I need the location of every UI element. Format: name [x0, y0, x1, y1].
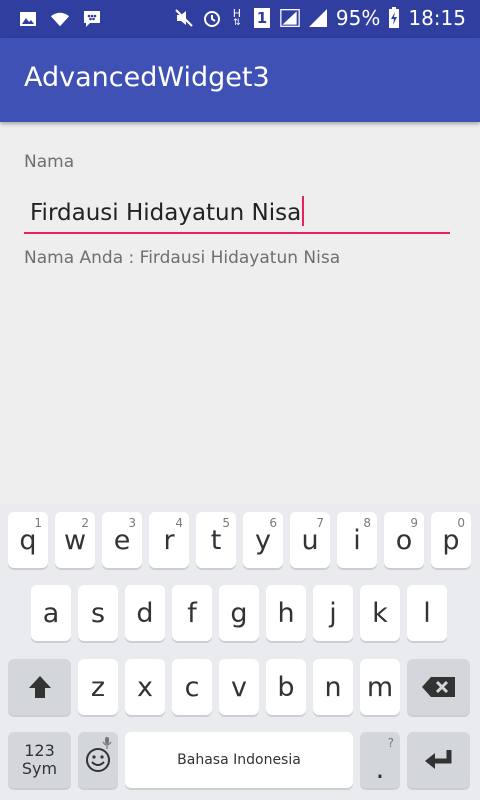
emoji-key[interactable] — [78, 732, 118, 788]
wifi-icon — [50, 9, 70, 29]
key-t[interactable]: t5 — [196, 512, 236, 568]
gallery-icon — [18, 9, 38, 29]
bbm-icon — [82, 9, 102, 29]
soft-keyboard: q1 w2 e3 r4 t5 y6 u7 i8 o9 p0 a s d f g … — [0, 504, 480, 800]
key-y[interactable]: y6 — [243, 512, 283, 568]
name-input[interactable]: Firdausi Hidayatun Nisa — [24, 190, 450, 234]
emoji-icon — [86, 748, 110, 772]
name-label: Nama — [24, 152, 75, 172]
backspace-key[interactable] — [407, 659, 470, 715]
app-title: AdvancedWidget3 — [24, 62, 270, 93]
key-c[interactable]: c — [172, 659, 212, 715]
symbols-key[interactable]: 123 Sym — [8, 732, 71, 788]
key-l[interactable]: l — [407, 585, 447, 641]
key-f[interactable]: f — [172, 585, 212, 641]
key-k[interactable]: k — [360, 585, 400, 641]
key-m[interactable]: m — [360, 659, 400, 715]
key-q[interactable]: q1 — [8, 512, 48, 568]
key-b[interactable]: b — [266, 659, 306, 715]
main-content: Nama Firdausi Hidayatun Nisa Nama Anda :… — [0, 122, 480, 504]
shift-key[interactable] — [8, 659, 71, 715]
backspace-icon — [421, 677, 455, 697]
key-w[interactable]: w2 — [55, 512, 95, 568]
text-cursor — [302, 196, 305, 226]
signal-1-icon — [280, 8, 300, 28]
key-s[interactable]: s — [78, 585, 118, 641]
key-g[interactable]: g — [219, 585, 259, 641]
result-text: Nama Anda : Firdausi Hidayatun Nisa — [24, 248, 341, 268]
key-i[interactable]: i8 — [337, 512, 377, 568]
key-u[interactable]: u7 — [290, 512, 330, 568]
key-r[interactable]: r4 — [149, 512, 189, 568]
system-icons: H ⇅ 1 95% 18:15 — [174, 6, 466, 30]
mute-icon — [174, 8, 194, 28]
symbols-key-bottom-label: Sym — [21, 759, 58, 778]
enter-icon — [424, 750, 451, 769]
key-v[interactable]: v — [219, 659, 259, 715]
sim-1-icon: 1 — [252, 8, 272, 28]
signal-2-icon — [308, 8, 328, 28]
name-input-value[interactable]: Firdausi Hidayatun Nisa — [30, 200, 301, 226]
key-o[interactable]: o9 — [384, 512, 424, 568]
key-z[interactable]: z — [78, 659, 118, 715]
key-x[interactable]: x — [125, 659, 165, 715]
key-e[interactable]: e3 — [102, 512, 142, 568]
period-key-hint: ? — [387, 736, 394, 750]
period-key[interactable]: . ? — [360, 732, 400, 788]
mic-icon — [102, 737, 112, 749]
period-key-label: . — [375, 751, 385, 785]
key-d[interactable]: d — [125, 585, 165, 641]
key-n[interactable]: n — [313, 659, 353, 715]
input-underline — [24, 232, 450, 234]
key-a[interactable]: a — [31, 585, 71, 641]
status-bar: H ⇅ 1 95% 18:15 — [0, 0, 480, 38]
enter-key[interactable] — [407, 732, 470, 788]
key-h[interactable]: h — [266, 585, 306, 641]
key-j[interactable]: j — [313, 585, 353, 641]
battery-charging-icon — [388, 7, 400, 28]
shift-icon — [28, 676, 51, 698]
spacebar-label: Bahasa Indonesia — [177, 752, 301, 768]
spacebar[interactable]: Bahasa Indonesia — [125, 732, 353, 788]
alarm-icon — [202, 8, 222, 28]
symbols-key-top-label: 123 — [24, 741, 55, 760]
clock: 18:15 — [408, 6, 466, 30]
notification-icons — [18, 9, 102, 29]
battery-percent: 95% — [335, 6, 381, 30]
key-p[interactable]: p0 — [431, 512, 471, 568]
network-h-icon: H ⇅ — [232, 7, 242, 28]
app-bar: AdvancedWidget3 — [0, 38, 480, 122]
name-input-text[interactable]: Firdausi Hidayatun Nisa — [30, 196, 305, 226]
